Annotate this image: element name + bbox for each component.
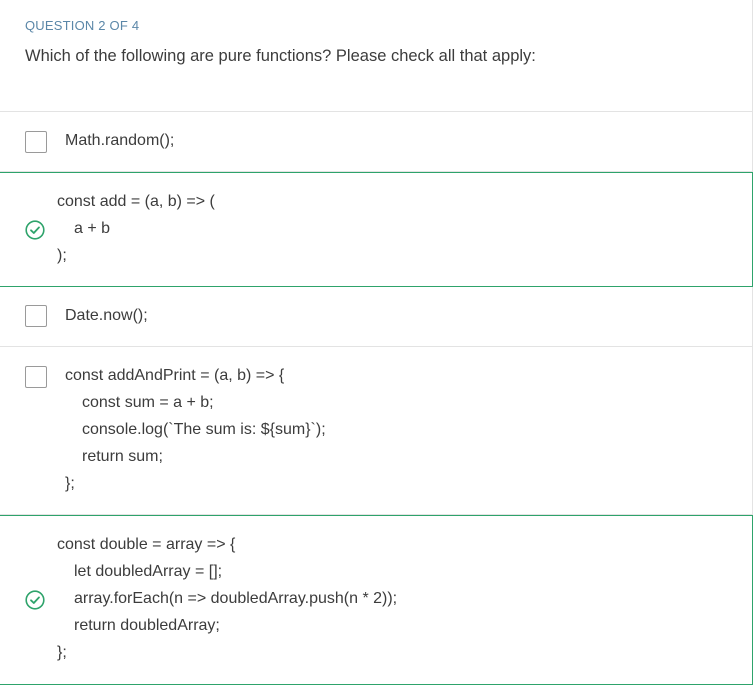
answer-option-math-random[interactable]: Math.random(); xyxy=(0,112,753,172)
check-circle-icon[interactable] xyxy=(25,590,45,610)
question-header: QUESTION 2 OF 4 Which of the following a… xyxy=(0,0,753,112)
answer-option-add[interactable]: const add = (a, b) => ( a + b ); xyxy=(0,172,753,287)
option-code-line: const add = (a, b) => ( xyxy=(57,193,215,210)
option-checkbox[interactable] xyxy=(25,366,47,388)
option-code-line: a + b xyxy=(74,220,111,237)
option-code-line: const addAndPrint = (a, b) => { xyxy=(65,367,285,384)
option-code-line: return doubledArray; xyxy=(74,617,220,634)
option-checkbox[interactable] xyxy=(25,305,47,327)
option-code-line: let doubledArray = []; xyxy=(74,563,223,580)
option-code-line: }; xyxy=(65,475,75,492)
option-code-line: return sum; xyxy=(82,448,163,465)
question-counter: QUESTION 2 OF 4 xyxy=(25,18,140,33)
option-code-line: ); xyxy=(57,247,67,264)
option-code-line: }; xyxy=(57,644,67,661)
question-prompt: Which of the following are pure function… xyxy=(25,47,536,65)
option-code-line: const sum = a + b; xyxy=(82,394,214,411)
answer-option-date-now[interactable]: Date.now(); xyxy=(0,287,753,347)
option-code-line: const double = array => { xyxy=(57,536,236,553)
option-code-line: array.forEach(n => doubledArray.push(n *… xyxy=(74,590,398,607)
answer-option-add-and-print[interactable]: const addAndPrint = (a, b) => { const su… xyxy=(0,347,753,515)
option-code-line: Date.now(); xyxy=(65,307,148,324)
option-checkbox[interactable] xyxy=(25,131,47,153)
option-code-line: console.log(`The sum is: ${sum}`); xyxy=(82,421,326,438)
answer-option-double[interactable]: const double = array => { let doubledArr… xyxy=(0,515,753,685)
check-circle-icon[interactable] xyxy=(25,220,45,240)
option-code-line: Math.random(); xyxy=(65,132,175,149)
